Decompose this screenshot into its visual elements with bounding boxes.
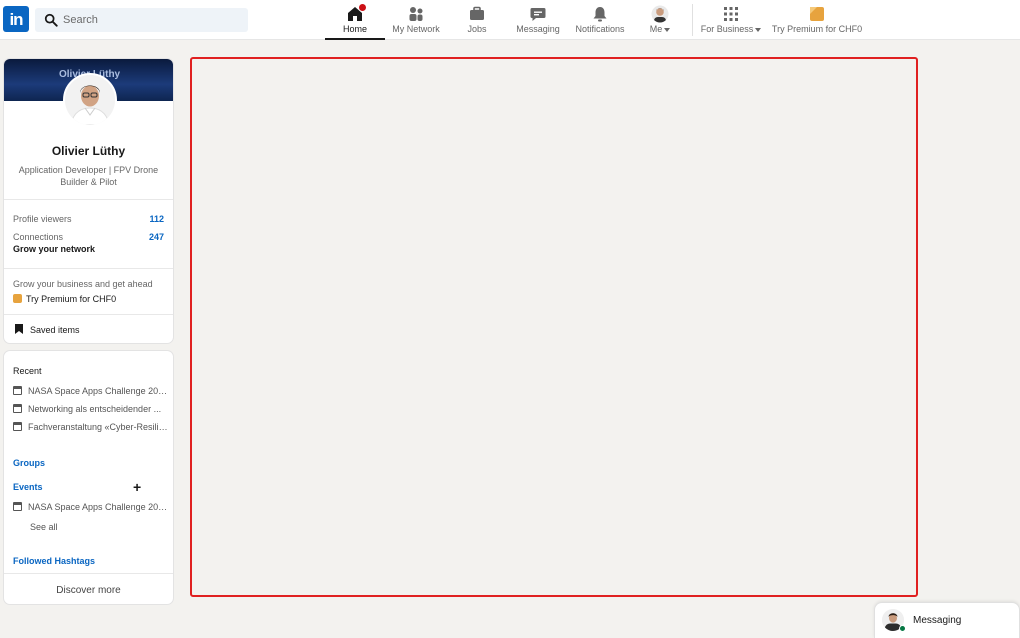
messaging-label: Messaging (913, 615, 962, 626)
profile-card: Olivier Lüthy Olivier Lüthy Application … (3, 58, 174, 344)
connections-count: 247 (148, 232, 164, 242)
recent-item[interactable]: Networking als entscheidender ... (13, 404, 169, 418)
online-status-icon (899, 625, 906, 632)
nav-me-label: Me (640, 24, 680, 34)
event-item[interactable]: NASA Space Apps Challenge 2023 ... (13, 502, 169, 516)
recent-title: Recent (13, 366, 42, 376)
add-event-icon[interactable]: + (133, 480, 141, 494)
grid-icon (724, 7, 738, 21)
premium-prompt: Grow your business and get ahead (13, 279, 153, 289)
discover-more-button[interactable]: Discover more (4, 585, 173, 596)
divider (4, 314, 173, 315)
chevron-down-icon (664, 27, 671, 32)
divider (4, 199, 173, 200)
premium-icon (13, 294, 22, 303)
nav-notifications[interactable]: Notifications (572, 0, 628, 40)
try-premium-link[interactable]: Try Premium for CHF0 (13, 294, 116, 304)
profile-avatar[interactable] (63, 73, 117, 127)
messaging-overlay-bar[interactable]: Messaging (874, 602, 1020, 638)
bookmark-icon (15, 324, 23, 334)
chevron-down-icon (755, 27, 762, 32)
briefcase-icon (470, 6, 484, 20)
grow-network-label: Grow your network (13, 244, 96, 254)
nav-messaging-label: Messaging (516, 24, 560, 34)
saved-items-label: Saved items (30, 325, 80, 335)
events-link[interactable]: Events (13, 482, 43, 492)
connections-label: Connections (13, 232, 64, 242)
profile-headline: Application Developer | FPV Drone Builde… (18, 165, 159, 187)
recent-card: Recent NASA Space Apps Challenge 2023 ..… (3, 350, 174, 605)
people-icon (409, 7, 423, 21)
recent-item[interactable]: Fachveranstaltung «Cyber-Resilienz» (13, 422, 169, 436)
premium-icon (810, 7, 824, 21)
nav-for-business[interactable]: For Business (700, 0, 762, 40)
calendar-icon (13, 386, 22, 395)
profile-name[interactable]: Olivier Lüthy (4, 144, 173, 158)
recent-item[interactable]: NASA Space Apps Challenge 2023 ... (13, 386, 169, 400)
nav-notifications-label: Notifications (575, 24, 625, 34)
profile-viewers-count: 112 (149, 214, 164, 224)
search-icon (44, 13, 58, 27)
nav-divider (692, 4, 693, 36)
divider (4, 268, 173, 269)
linkedin-logo[interactable]: in (3, 6, 29, 32)
bell-icon (593, 7, 607, 22)
followed-hashtags-link[interactable]: Followed Hashtags (13, 556, 95, 566)
nav-messaging[interactable]: Messaging (512, 0, 564, 40)
main-feed-area (190, 57, 918, 597)
nav-jobs[interactable]: Jobs (452, 0, 502, 40)
divider (4, 573, 173, 574)
calendar-icon (13, 422, 22, 431)
top-navigation-bar: in Home My Network Jobs (0, 0, 1020, 40)
notification-badge (358, 3, 367, 12)
nav-my-network[interactable]: My Network (388, 0, 444, 40)
chat-icon (530, 8, 546, 21)
profile-viewers-label: Profile viewers (13, 214, 72, 224)
nav-jobs-label: Jobs (467, 24, 487, 34)
calendar-icon (13, 404, 22, 413)
calendar-icon (13, 502, 22, 511)
search-input[interactable] (63, 10, 243, 30)
profile-photo (65, 75, 115, 125)
groups-link[interactable]: Groups (13, 458, 45, 468)
nav-home-label: Home (342, 24, 367, 34)
nav-try-premium-label: Try Premium for CHF0 (771, 24, 863, 34)
nav-home[interactable]: Home (325, 0, 385, 40)
avatar (651, 5, 669, 23)
nav-my-network-label: My Network (392, 24, 440, 34)
nav-for-business-label: For Business (700, 24, 762, 34)
nav-me[interactable]: Me (640, 0, 680, 40)
nav-try-premium[interactable]: Try Premium for CHF0 (770, 0, 864, 40)
see-all-link[interactable]: See all (30, 522, 58, 532)
search-box[interactable] (35, 8, 248, 32)
